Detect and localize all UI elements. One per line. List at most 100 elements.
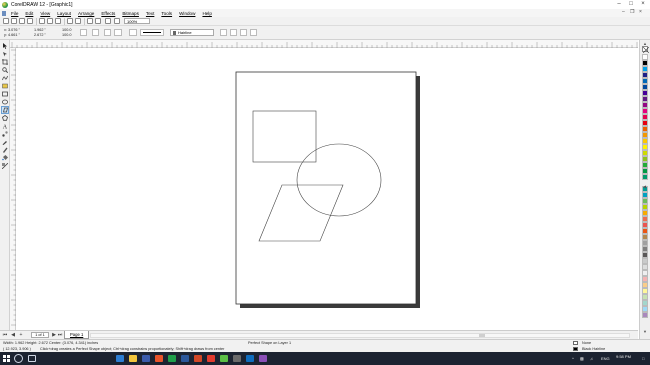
edge-browser-icon[interactable] [116, 355, 124, 362]
rectangle-tool-icon[interactable] [2, 91, 8, 97]
page-tab-1[interactable]: Page 1 [64, 331, 90, 339]
network-icon[interactable]: ▩ [580, 356, 584, 361]
width-field[interactable]: 1.962 " [34, 28, 46, 32]
last-page-icon[interactable]: ⏭ [57, 332, 63, 338]
powerpoint-icon[interactable] [194, 355, 202, 362]
height-field[interactable]: 2.672 " [34, 33, 46, 37]
menu-edit[interactable]: Edit [25, 11, 33, 16]
outline-width-dropdown[interactable]: Hairline [170, 29, 214, 36]
file-explorer-icon[interactable] [129, 355, 137, 362]
lock-ratio-icon[interactable] [80, 29, 87, 36]
interactive-blend-tool-icon[interactable] [2, 131, 8, 137]
corel-online-icon[interactable] [114, 18, 120, 24]
mirror-horizontal-icon[interactable] [104, 29, 111, 36]
coreldraw-app-icon[interactable] [2, 1, 8, 8]
maximize-icon[interactable]: □ [626, 1, 636, 8]
color-swatch[interactable] [642, 174, 648, 180]
print-icon[interactable] [27, 18, 33, 24]
redo-icon[interactable] [75, 18, 81, 24]
windows-start-icon[interactable] [3, 355, 10, 362]
add-page-before-icon[interactable]: + [18, 332, 24, 338]
perfect-shape-picker-icon[interactable] [114, 29, 122, 36]
office-icon[interactable] [155, 355, 163, 362]
menu-effects[interactable]: Effects [101, 11, 115, 16]
to-back-icon[interactable] [240, 29, 247, 36]
volume-icon[interactable]: ♫ [590, 356, 593, 361]
close-icon[interactable]: × [638, 1, 648, 8]
new-icon[interactable] [3, 18, 9, 24]
menu-tools[interactable]: Tools [161, 11, 172, 16]
mail-icon[interactable] [246, 355, 254, 362]
freehand-tool-icon[interactable] [2, 75, 8, 81]
pick-tool-icon[interactable] [2, 43, 8, 49]
menu-view[interactable]: View [40, 11, 50, 16]
menu-arrange[interactable]: Arrange [78, 11, 94, 16]
menu-window[interactable]: Window [179, 11, 195, 16]
horizontal-ruler[interactable] [10, 40, 638, 48]
search-icon[interactable] [14, 354, 23, 363]
eyedropper-tool-icon[interactable] [2, 139, 8, 145]
position-x-field[interactable]: x: 3.076 " [4, 28, 20, 32]
document-icon[interactable] [2, 10, 6, 16]
chrome-icon[interactable] [207, 355, 215, 362]
export-icon[interactable] [95, 18, 101, 24]
cut-icon[interactable] [39, 18, 45, 24]
smart-fill-tool-icon[interactable] [2, 83, 8, 89]
first-page-icon[interactable]: ⏮ [2, 332, 8, 338]
copy-icon[interactable] [47, 18, 53, 24]
paste-icon[interactable] [55, 18, 61, 24]
palette-flyout-icon[interactable]: ◀ [643, 184, 646, 189]
previous-page-icon[interactable]: ◀ [10, 332, 16, 338]
rotation-icon[interactable] [92, 29, 99, 36]
outline-tool-icon[interactable] [2, 147, 8, 153]
basic-shapes-tool-icon[interactable] [1, 106, 9, 114]
keyboard-language[interactable]: ENG [601, 356, 610, 361]
undo-icon[interactable] [67, 18, 73, 24]
menu-layout[interactable]: Layout [57, 11, 71, 16]
save-icon[interactable] [19, 18, 25, 24]
media-icon[interactable] [259, 355, 267, 362]
doc-close-icon[interactable]: × [639, 9, 642, 15]
crop-tool-icon[interactable] [2, 59, 8, 65]
menu-file[interactable]: File [11, 11, 18, 16]
fill-tool-icon[interactable] [2, 155, 8, 161]
horizontal-scrollbar[interactable] [90, 333, 630, 338]
ellipse-tool-icon[interactable] [2, 99, 8, 105]
scale-y-field[interactable]: 100.0 [62, 33, 72, 37]
palette-scroll-down-icon[interactable]: ▼ [643, 329, 647, 334]
shape-tool-icon[interactable] [2, 51, 8, 57]
polygon-tool-icon[interactable] [2, 115, 8, 121]
drawing-canvas[interactable] [16, 48, 638, 330]
open-icon[interactable] [11, 18, 17, 24]
tray-chevron-icon[interactable]: ^ [572, 356, 574, 361]
task-view-icon[interactable] [28, 355, 36, 362]
word-icon[interactable] [181, 355, 189, 362]
import-icon[interactable] [87, 18, 93, 24]
scale-x-field[interactable]: 100.0 [62, 28, 72, 32]
coreldraw-taskbar-icon[interactable] [220, 355, 228, 362]
to-front-icon[interactable] [230, 29, 237, 36]
line-style-icon[interactable] [129, 29, 137, 36]
convert-to-curves-icon[interactable] [250, 29, 257, 36]
menu-bitmaps[interactable]: Bitmaps [122, 11, 139, 16]
excel-icon[interactable] [168, 355, 176, 362]
outline-indicator-icon[interactable] [573, 347, 578, 351]
no-color-swatch[interactable] [642, 46, 649, 53]
position-y-field[interactable]: y: 4.661 " [4, 33, 20, 37]
wrap-text-icon[interactable] [220, 29, 227, 36]
minimize-icon[interactable]: – [614, 1, 624, 8]
application-launcher-icon[interactable] [105, 18, 111, 24]
text-tool-icon[interactable]: A [2, 123, 8, 130]
taskbar-app-icon[interactable] [233, 355, 241, 362]
doc-restore-icon[interactable]: ❐ [630, 9, 634, 15]
doc-minimize-icon[interactable]: – [622, 9, 625, 15]
horizontal-scroll-thumb[interactable] [479, 334, 485, 337]
menu-text[interactable]: Text [146, 11, 154, 16]
clock-time[interactable]: 9:58 PM [616, 354, 631, 359]
notification-icon[interactable]: □ [642, 356, 644, 361]
color-swatch[interactable] [642, 312, 648, 318]
zoom-tool-icon[interactable] [2, 67, 8, 73]
store-icon[interactable] [142, 355, 150, 362]
zoom-level-dropdown[interactable]: 100% [124, 18, 150, 24]
interactive-fill-tool-icon[interactable] [2, 163, 8, 169]
